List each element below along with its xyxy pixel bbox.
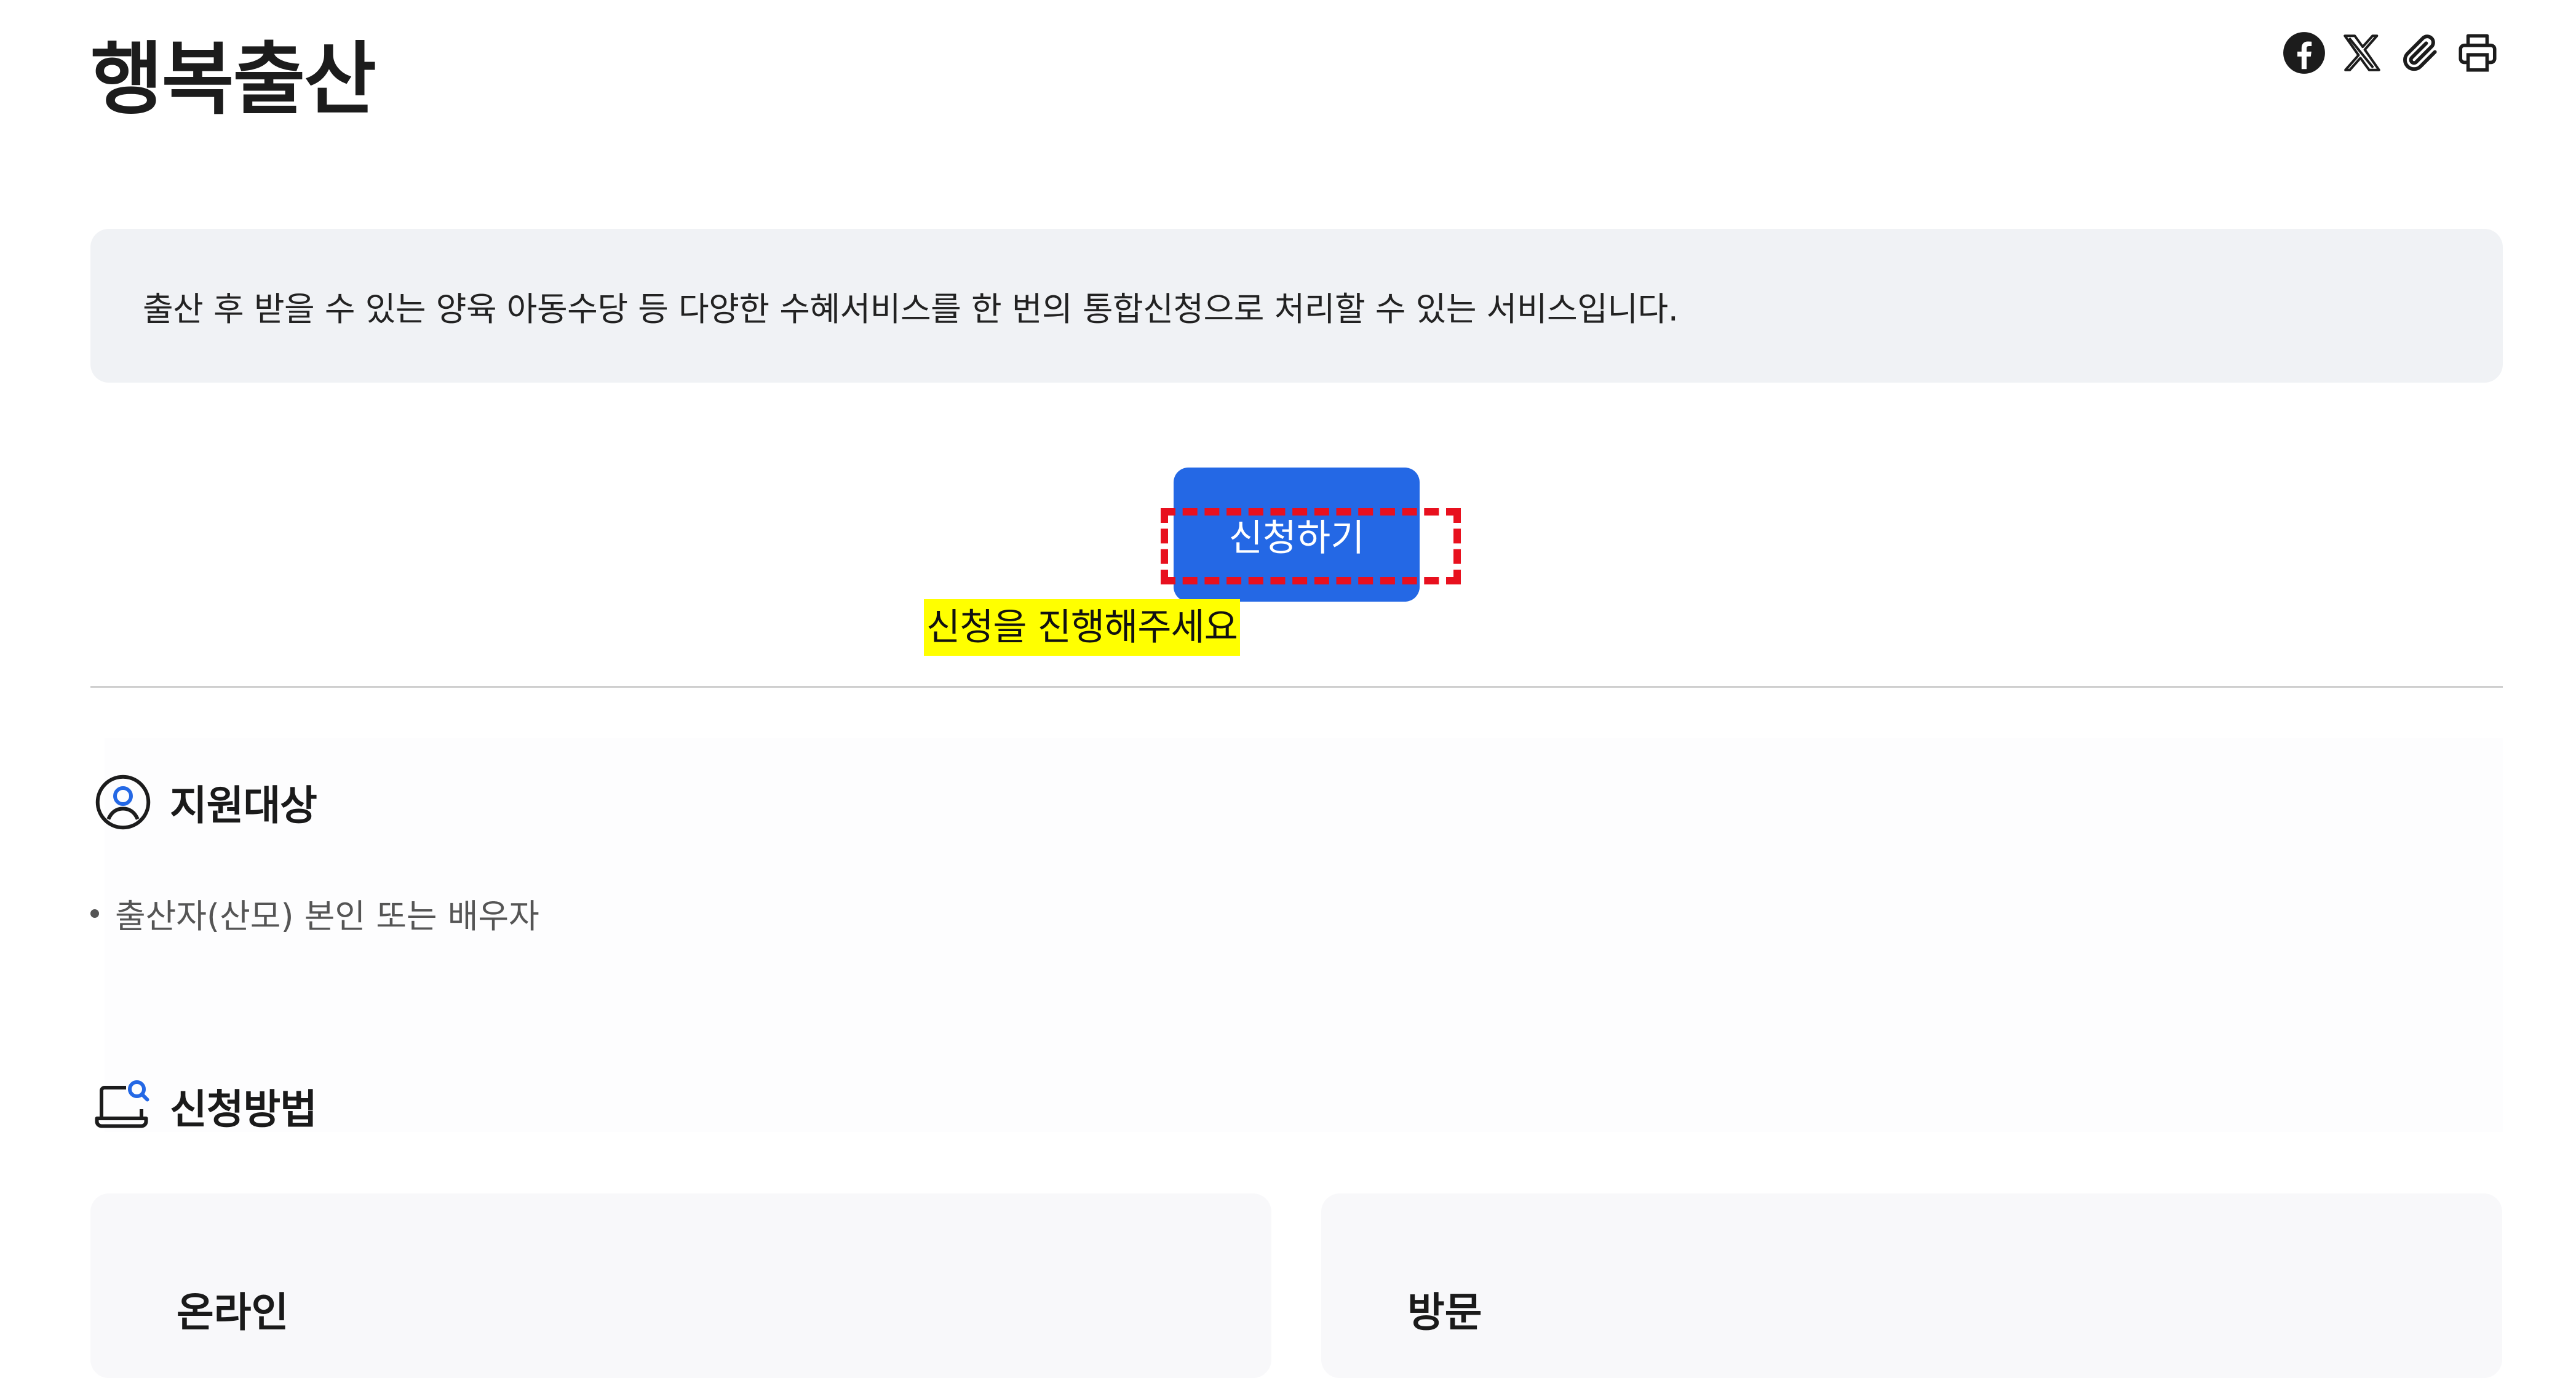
page-title: 행복출산 — [90, 34, 376, 125]
method-card-visit: 방문 — [1321, 1193, 2502, 1378]
support-target-title: 지원대상 — [170, 782, 317, 829]
section-divider — [90, 686, 2503, 688]
method-card-title: 온라인 — [177, 1289, 289, 1336]
list-item-text: 출산자(산모) 본인 또는 배우자 — [115, 897, 539, 936]
support-target-list: 출산자(산모) 본인 또는 배우자 — [90, 889, 539, 938]
share-toolbar — [2280, 30, 2502, 79]
apply-button[interactable]: 신청하기 — [1174, 468, 1420, 602]
apply-method-title: 신청방법 — [170, 1086, 317, 1133]
method-card-title: 방문 — [1407, 1289, 1482, 1336]
printer-icon — [2455, 30, 2500, 78]
apply-hint-label: 신청을 진행해주세요 — [924, 599, 1240, 656]
copy-link-button[interactable] — [2395, 30, 2444, 79]
list-item: 출산자(산모) 본인 또는 배우자 — [90, 889, 539, 938]
service-summary-text: 출산 후 받을 수 있는 양육 아동수당 등 다양한 수혜서비스를 한 번의 통… — [143, 289, 1679, 329]
bullet-dot — [90, 909, 99, 918]
laptop-search-icon — [92, 1075, 154, 1137]
facebook-share-button[interactable] — [2280, 30, 2329, 79]
support-target-heading: 지원대상 — [92, 771, 317, 833]
service-summary-box: 출산 후 받을 수 있는 양육 아동수당 등 다양한 수혜서비스를 한 번의 통… — [90, 229, 2503, 383]
x-icon — [2339, 30, 2385, 78]
user-circle-icon — [92, 771, 154, 833]
apply-method-heading: 신청방법 — [92, 1075, 317, 1137]
method-card-online: 온라인 — [90, 1193, 1271, 1378]
paperclip-icon — [2397, 30, 2443, 78]
facebook-icon — [2281, 30, 2327, 78]
print-button[interactable] — [2453, 30, 2502, 79]
x-share-button[interactable] — [2337, 30, 2387, 79]
